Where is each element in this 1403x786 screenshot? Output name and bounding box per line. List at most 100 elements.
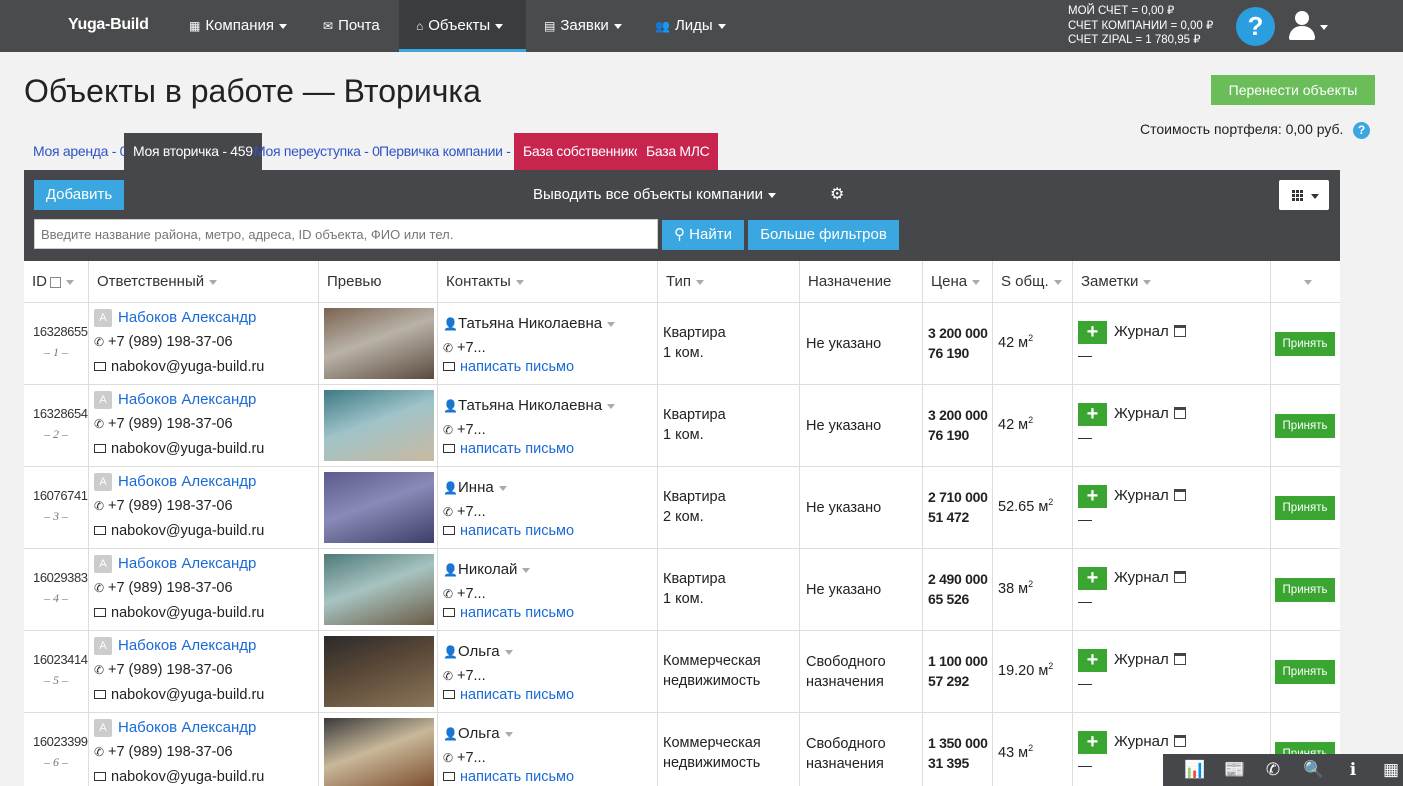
user-avatar-icon[interactable]	[1288, 11, 1316, 41]
responsible-name-link[interactable]: Набоков Александр	[118, 309, 256, 326]
object-id[interactable]: 16328654	[33, 406, 88, 421]
help-icon[interactable]: ?	[1353, 122, 1370, 139]
calendar-icon[interactable]	[1174, 407, 1186, 419]
nav-requests[interactable]: ▤ Заявки	[544, 0, 622, 52]
add-note-button[interactable]: +	[1078, 731, 1107, 754]
contact-name[interactable]: 👤Татьяна Николаевна	[443, 315, 616, 332]
add-note-button[interactable]: +	[1078, 567, 1107, 590]
accept-button[interactable]: Принять	[1275, 332, 1335, 356]
nav-mail[interactable]: ✉ Почта	[323, 0, 380, 52]
calendar-icon[interactable]	[1174, 571, 1186, 583]
object-preview-image[interactable]	[324, 718, 434, 786]
object-id[interactable]: 16023399	[33, 734, 88, 749]
find-button[interactable]: ⚲ Найти	[662, 220, 744, 250]
journal-link[interactable]: Журнал	[1114, 405, 1169, 422]
add-note-button[interactable]: +	[1078, 649, 1107, 672]
nav-objects[interactable]: ⌂ Объекты	[399, 0, 526, 52]
column-header-responsible[interactable]: Ответственный	[89, 261, 319, 303]
nav-company[interactable]: ▦ Компания	[189, 0, 287, 52]
contact-name[interactable]: 👤Инна	[443, 479, 507, 496]
accept-button[interactable]: Принять	[1275, 578, 1335, 602]
write-email-link[interactable]: написать письмо	[443, 359, 574, 375]
contact-name[interactable]: 👤Татьяна Николаевна	[443, 397, 616, 414]
transfer-objects-button[interactable]: Перенести объекты	[1211, 75, 1375, 105]
contact-phone[interactable]: ✆ +7...	[443, 668, 486, 684]
column-header-actions[interactable]	[1271, 261, 1340, 303]
calendar-icon[interactable]	[1174, 653, 1186, 665]
column-header-notes[interactable]: Заметки	[1073, 261, 1271, 303]
view-mode-dropdown[interactable]	[1279, 180, 1329, 210]
contact-name[interactable]: 👤Николай	[443, 561, 531, 578]
column-header-type[interactable]: Тип	[658, 261, 800, 303]
accept-button[interactable]: Принять	[1275, 414, 1335, 438]
responsible-name-link[interactable]: Набоков Александр	[118, 555, 256, 572]
contact-phone[interactable]: ✆ +7...	[443, 586, 486, 602]
object-preview-image[interactable]	[324, 554, 434, 625]
journal-link[interactable]: Журнал	[1114, 733, 1169, 750]
tab-my-assignment[interactable]: Моя переуступка - 0	[245, 133, 389, 170]
calendar-icon[interactable]	[1174, 735, 1186, 747]
chevron-down-icon[interactable]	[1320, 25, 1328, 30]
responsible-name-link[interactable]: Набоков Александр	[118, 637, 256, 654]
contact-name[interactable]: 👤Ольга	[443, 643, 513, 660]
journal-link[interactable]: Журнал	[1114, 487, 1169, 504]
write-email-link[interactable]: написать письмо	[443, 441, 574, 457]
show-all-dropdown[interactable]: Выводить все объекты компании	[533, 186, 776, 203]
phone-icon[interactable]: ✆	[1263, 760, 1283, 780]
column-header-id[interactable]: ID	[24, 261, 89, 303]
object-preview-image[interactable]	[324, 308, 434, 379]
responsible-name-link[interactable]: Набоков Александр	[118, 391, 256, 408]
info-icon[interactable]: ℹ	[1343, 760, 1363, 780]
table-row[interactable]: 16328655 – 1 – A Набоков Александр ✆ +7 (…	[24, 303, 1340, 385]
object-id[interactable]: 16328655	[33, 324, 88, 339]
table-row[interactable]: 16328654 – 2 – A Набоков Александр ✆ +7 (…	[24, 385, 1340, 467]
nav-leads[interactable]: 👥 Лиды	[655, 0, 726, 52]
column-header-price[interactable]: Цена	[923, 261, 993, 303]
journal-link[interactable]: Журнал	[1114, 569, 1169, 586]
gear-icon[interactable]: ⚙	[830, 187, 846, 203]
write-email-link[interactable]: написать письмо	[443, 769, 574, 785]
object-preview-image[interactable]	[324, 390, 434, 461]
calendar-icon[interactable]	[1174, 489, 1186, 501]
add-note-button[interactable]: +	[1078, 321, 1107, 344]
object-id[interactable]: 16076741	[33, 488, 88, 503]
search-icon[interactable]: 🔍	[1303, 760, 1324, 780]
write-email-link[interactable]: написать письмо	[443, 605, 574, 621]
write-email-link[interactable]: написать письмо	[443, 523, 574, 539]
object-id[interactable]: 16023414	[33, 652, 88, 667]
chart-icon[interactable]: 📊	[1184, 760, 1205, 780]
calendar-icon[interactable]	[1174, 325, 1186, 337]
responsible-name-link[interactable]: Набоков Александр	[118, 719, 256, 736]
object-preview-image[interactable]	[324, 472, 434, 543]
write-email-link[interactable]: написать письмо	[443, 687, 574, 703]
accept-button[interactable]: Принять	[1275, 660, 1335, 684]
tab-my-secondary[interactable]: Моя вторичка - 459	[124, 133, 262, 170]
journal-link[interactable]: Журнал	[1114, 323, 1169, 340]
accept-button[interactable]: Принять	[1275, 496, 1335, 520]
more-filters-button[interactable]: Больше фильтров	[748, 220, 899, 250]
contact-name[interactable]: 👤Ольга	[443, 725, 513, 742]
add-note-button[interactable]: +	[1078, 485, 1107, 508]
object-id[interactable]: 16029383	[33, 570, 88, 585]
responsible-name-link[interactable]: Набоков Александр	[118, 473, 256, 490]
column-header-area[interactable]: S общ.	[993, 261, 1073, 303]
object-preview-image[interactable]	[324, 636, 434, 707]
table-row[interactable]: 16076741 – 3 – A Набоков Александр ✆ +7 (…	[24, 467, 1340, 549]
table-row[interactable]: 16023414 – 5 – A Набоков Александр ✆ +7 (…	[24, 631, 1340, 713]
tab-company-primary[interactable]: Первичка компании - 0	[370, 133, 531, 170]
brand-logo[interactable]: Yuga-Build	[68, 16, 149, 34]
add-note-button[interactable]: +	[1078, 403, 1107, 426]
contact-phone[interactable]: ✆ +7...	[443, 750, 486, 766]
search-input[interactable]	[34, 219, 658, 249]
contact-phone[interactable]: ✆ +7...	[443, 340, 486, 356]
tab-my-rent[interactable]: Моя аренда - 0	[24, 133, 136, 170]
newspaper-icon[interactable]: 📰	[1224, 760, 1245, 780]
calculator-icon[interactable]: ▦	[1381, 760, 1401, 780]
contact-phone[interactable]: ✆ +7...	[443, 422, 486, 438]
column-header-contacts[interactable]: Контакты	[438, 261, 658, 303]
contact-phone[interactable]: ✆ +7...	[443, 504, 486, 520]
table-row[interactable]: 16023399 – 6 – A Набоков Александр ✆ +7 (…	[24, 713, 1340, 786]
add-object-button[interactable]: Добавить	[34, 180, 124, 210]
select-all-checkbox[interactable]	[50, 276, 61, 288]
table-row[interactable]: 16029383 – 4 – A Набоков Александр ✆ +7 (…	[24, 549, 1340, 631]
